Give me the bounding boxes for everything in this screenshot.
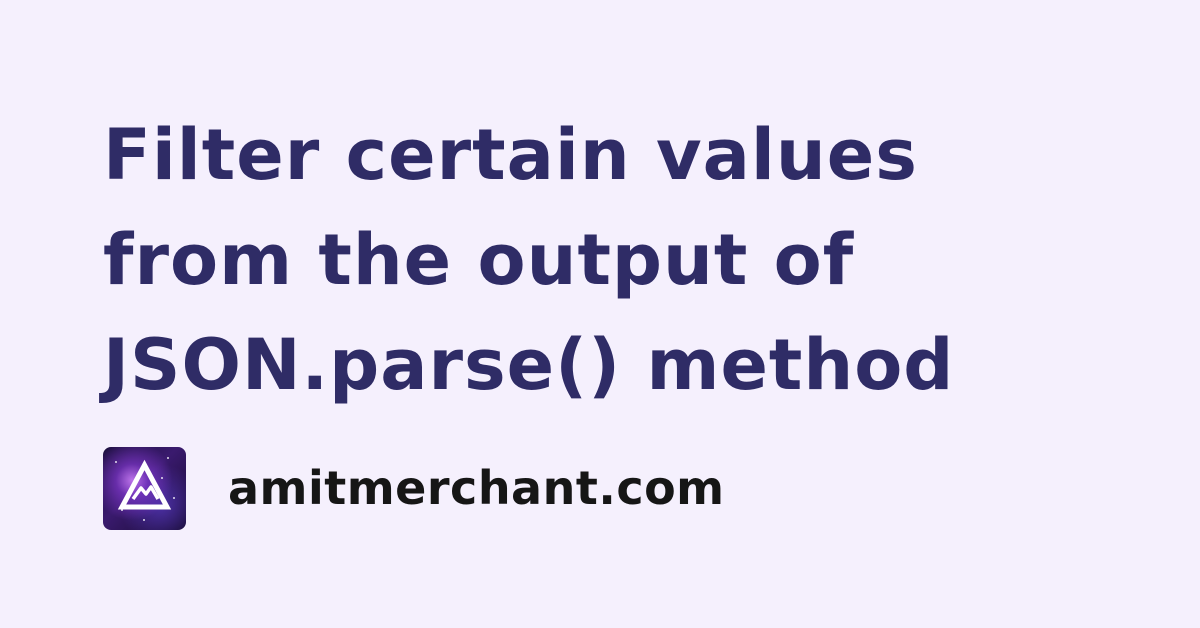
page-title: Filter certain values from the output of…: [103, 103, 1103, 418]
title-line-2: from the output of: [103, 219, 855, 301]
site-name: amitmerchant.com: [228, 461, 725, 515]
social-card: Filter certain values from the output of…: [0, 0, 1200, 628]
title-line-1: Filter certain values: [103, 114, 918, 196]
title-line-3: JSON.parse() method: [103, 324, 955, 406]
site-brand: amitmerchant.com: [103, 446, 725, 530]
mountain-triangle-logo-icon: [103, 446, 186, 530]
